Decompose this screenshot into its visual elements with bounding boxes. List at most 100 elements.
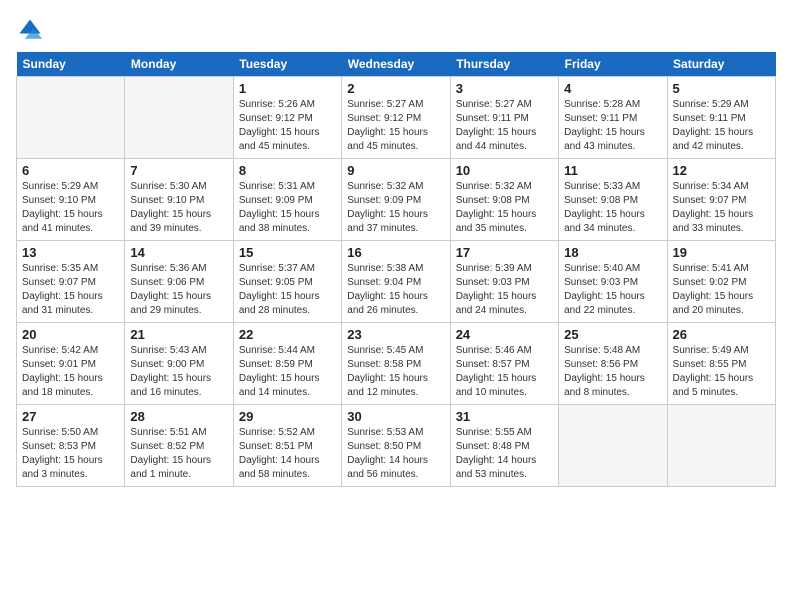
day-number: 27 bbox=[22, 409, 119, 424]
cell-info: Sunrise: 5:45 AM Sunset: 8:58 PM Dayligh… bbox=[347, 344, 444, 400]
day-number: 29 bbox=[239, 409, 336, 424]
calendar-cell: 3 Sunrise: 5:27 AM Sunset: 9:11 PM Daylig… bbox=[450, 77, 558, 159]
day-number: 15 bbox=[239, 245, 336, 260]
calendar-cell: 17Sunrise: 5:39 AM Sunset: 9:03 PM Dayli… bbox=[450, 241, 558, 323]
calendar-cell: 13 Sunrise: 5:35 AM Sunset: 9:07 PM Dayli… bbox=[17, 241, 125, 323]
cell-info: Sunrise: 5:27 AM Sunset: 9:11 PM Dayligh… bbox=[456, 98, 553, 154]
calendar-cell: 28 Sunrise: 5:51 AM Sunset: 8:52 PM Dayli… bbox=[125, 405, 233, 487]
cell-info: Sunrise: 5:35 AM Sunset: 9:07 PM Dayligh… bbox=[22, 262, 119, 318]
day-number: 1 bbox=[239, 81, 336, 96]
calendar-cell: 23 Sunrise: 5:45 AM Sunset: 8:58 PM Dayli… bbox=[342, 323, 450, 405]
cell-info: Sunrise: 5:37 AM Sunset: 9:05 PM Dayligh… bbox=[239, 262, 336, 318]
cell-info: Sunrise: 5:26 AM Sunset: 9:12 PM Dayligh… bbox=[239, 98, 336, 154]
cell-info: Sunrise: 5:36 AM Sunset: 9:06 PM Dayligh… bbox=[130, 262, 227, 318]
calendar-cell: 4 Sunrise: 5:28 AM Sunset: 9:11 PM Daylig… bbox=[559, 77, 667, 159]
calendar-cell: 25Sunrise: 5:48 AM Sunset: 8:56 PM Dayli… bbox=[559, 323, 667, 405]
day-number: 11 bbox=[564, 163, 661, 178]
calendar-header-row: SundayMondayTuesdayWednesdayThursdayFrid… bbox=[17, 52, 776, 77]
week-row-5: 27 Sunrise: 5:50 AM Sunset: 8:53 PM Dayli… bbox=[17, 405, 776, 487]
day-number: 23 bbox=[347, 327, 444, 342]
calendar-cell: 27 Sunrise: 5:50 AM Sunset: 8:53 PM Dayli… bbox=[17, 405, 125, 487]
cell-info: Sunrise: 5:50 AM Sunset: 8:53 PM Dayligh… bbox=[22, 426, 119, 482]
day-number: 14 bbox=[130, 245, 227, 260]
calendar-cell: 10 Sunrise: 5:32 AM Sunset: 9:08 PM Dayli… bbox=[450, 159, 558, 241]
day-number: 28 bbox=[130, 409, 227, 424]
day-header-sunday: Sunday bbox=[17, 52, 125, 77]
day-number: 5 bbox=[673, 81, 770, 96]
calendar-cell: 9Sunrise: 5:32 AM Sunset: 9:09 PM Daylig… bbox=[342, 159, 450, 241]
cell-info: Sunrise: 5:46 AM Sunset: 8:57 PM Dayligh… bbox=[456, 344, 553, 400]
day-number: 16 bbox=[347, 245, 444, 260]
calendar-cell: 5 Sunrise: 5:29 AM Sunset: 9:11 PM Daylig… bbox=[667, 77, 775, 159]
week-row-4: 20 Sunrise: 5:42 AM Sunset: 9:01 PM Dayli… bbox=[17, 323, 776, 405]
calendar-cell: 2 Sunrise: 5:27 AM Sunset: 9:12 PM Daylig… bbox=[342, 77, 450, 159]
cell-info: Sunrise: 5:30 AM Sunset: 9:10 PM Dayligh… bbox=[130, 180, 227, 236]
cell-info: Sunrise: 5:49 AM Sunset: 8:55 PM Dayligh… bbox=[673, 344, 770, 400]
calendar-cell: 7 Sunrise: 5:30 AM Sunset: 9:10 PM Daylig… bbox=[125, 159, 233, 241]
calendar-cell: 1 Sunrise: 5:26 AM Sunset: 9:12 PM Daylig… bbox=[233, 77, 341, 159]
calendar-cell: 18 Sunrise: 5:40 AM Sunset: 9:03 PM Dayli… bbox=[559, 241, 667, 323]
cell-info: Sunrise: 5:44 AM Sunset: 8:59 PM Dayligh… bbox=[239, 344, 336, 400]
calendar-cell: 16 Sunrise: 5:38 AM Sunset: 9:04 PM Dayli… bbox=[342, 241, 450, 323]
cell-info: Sunrise: 5:42 AM Sunset: 9:01 PM Dayligh… bbox=[22, 344, 119, 400]
cell-info: Sunrise: 5:38 AM Sunset: 9:04 PM Dayligh… bbox=[347, 262, 444, 318]
day-number: 9 bbox=[347, 163, 444, 178]
day-number: 2 bbox=[347, 81, 444, 96]
day-number: 13 bbox=[22, 245, 119, 260]
day-number: 7 bbox=[130, 163, 227, 178]
week-row-1: 1 Sunrise: 5:26 AM Sunset: 9:12 PM Daylig… bbox=[17, 77, 776, 159]
calendar-cell bbox=[125, 77, 233, 159]
day-number: 6 bbox=[22, 163, 119, 178]
cell-info: Sunrise: 5:33 AM Sunset: 9:08 PM Dayligh… bbox=[564, 180, 661, 236]
cell-info: Sunrise: 5:55 AM Sunset: 8:48 PM Dayligh… bbox=[456, 426, 553, 482]
cell-info: Sunrise: 5:53 AM Sunset: 8:50 PM Dayligh… bbox=[347, 426, 444, 482]
day-number: 18 bbox=[564, 245, 661, 260]
day-number: 25 bbox=[564, 327, 661, 342]
calendar-cell: 24 Sunrise: 5:46 AM Sunset: 8:57 PM Dayli… bbox=[450, 323, 558, 405]
calendar-cell bbox=[559, 405, 667, 487]
calendar-cell bbox=[17, 77, 125, 159]
calendar-cell: 14 Sunrise: 5:36 AM Sunset: 9:06 PM Dayli… bbox=[125, 241, 233, 323]
cell-info: Sunrise: 5:31 AM Sunset: 9:09 PM Dayligh… bbox=[239, 180, 336, 236]
day-number: 26 bbox=[673, 327, 770, 342]
cell-info: Sunrise: 5:27 AM Sunset: 9:12 PM Dayligh… bbox=[347, 98, 444, 154]
calendar-cell: 30 Sunrise: 5:53 AM Sunset: 8:50 PM Dayli… bbox=[342, 405, 450, 487]
week-row-3: 13 Sunrise: 5:35 AM Sunset: 9:07 PM Dayli… bbox=[17, 241, 776, 323]
day-number: 10 bbox=[456, 163, 553, 178]
day-number: 30 bbox=[347, 409, 444, 424]
day-number: 4 bbox=[564, 81, 661, 96]
day-header-monday: Monday bbox=[125, 52, 233, 77]
calendar-cell: 11 Sunrise: 5:33 AM Sunset: 9:08 PM Dayli… bbox=[559, 159, 667, 241]
cell-info: Sunrise: 5:28 AM Sunset: 9:11 PM Dayligh… bbox=[564, 98, 661, 154]
cell-info: Sunrise: 5:43 AM Sunset: 9:00 PM Dayligh… bbox=[130, 344, 227, 400]
day-number: 24 bbox=[456, 327, 553, 342]
calendar-cell: 31 Sunrise: 5:55 AM Sunset: 8:48 PM Dayli… bbox=[450, 405, 558, 487]
day-number: 31 bbox=[456, 409, 553, 424]
calendar-cell bbox=[667, 405, 775, 487]
day-number: 22 bbox=[239, 327, 336, 342]
day-header-thursday: Thursday bbox=[450, 52, 558, 77]
calendar-cell: 29 Sunrise: 5:52 AM Sunset: 8:51 PM Dayli… bbox=[233, 405, 341, 487]
cell-info: Sunrise: 5:51 AM Sunset: 8:52 PM Dayligh… bbox=[130, 426, 227, 482]
cell-info: Sunrise: 5:32 AM Sunset: 9:08 PM Dayligh… bbox=[456, 180, 553, 236]
day-number: 3 bbox=[456, 81, 553, 96]
calendar-cell: 8Sunrise: 5:31 AM Sunset: 9:09 PM Daylig… bbox=[233, 159, 341, 241]
logo bbox=[16, 16, 48, 44]
cell-info: Sunrise: 5:52 AM Sunset: 8:51 PM Dayligh… bbox=[239, 426, 336, 482]
cell-info: Sunrise: 5:40 AM Sunset: 9:03 PM Dayligh… bbox=[564, 262, 661, 318]
cell-info: Sunrise: 5:29 AM Sunset: 9:11 PM Dayligh… bbox=[673, 98, 770, 154]
calendar-cell: 22 Sunrise: 5:44 AM Sunset: 8:59 PM Dayli… bbox=[233, 323, 341, 405]
calendar-body: 1 Sunrise: 5:26 AM Sunset: 9:12 PM Daylig… bbox=[17, 77, 776, 487]
page-header bbox=[16, 16, 776, 44]
calendar-cell: 15 Sunrise: 5:37 AM Sunset: 9:05 PM Dayli… bbox=[233, 241, 341, 323]
calendar-cell: 21Sunrise: 5:43 AM Sunset: 9:00 PM Dayli… bbox=[125, 323, 233, 405]
day-number: 17 bbox=[456, 245, 553, 260]
calendar-cell: 20 Sunrise: 5:42 AM Sunset: 9:01 PM Dayli… bbox=[17, 323, 125, 405]
calendar-cell: 26 Sunrise: 5:49 AM Sunset: 8:55 PM Dayli… bbox=[667, 323, 775, 405]
day-number: 20 bbox=[22, 327, 119, 342]
day-header-saturday: Saturday bbox=[667, 52, 775, 77]
calendar-cell: 6Sunrise: 5:29 AM Sunset: 9:10 PM Daylig… bbox=[17, 159, 125, 241]
day-header-tuesday: Tuesday bbox=[233, 52, 341, 77]
day-number: 19 bbox=[673, 245, 770, 260]
week-row-2: 6Sunrise: 5:29 AM Sunset: 9:10 PM Daylig… bbox=[17, 159, 776, 241]
